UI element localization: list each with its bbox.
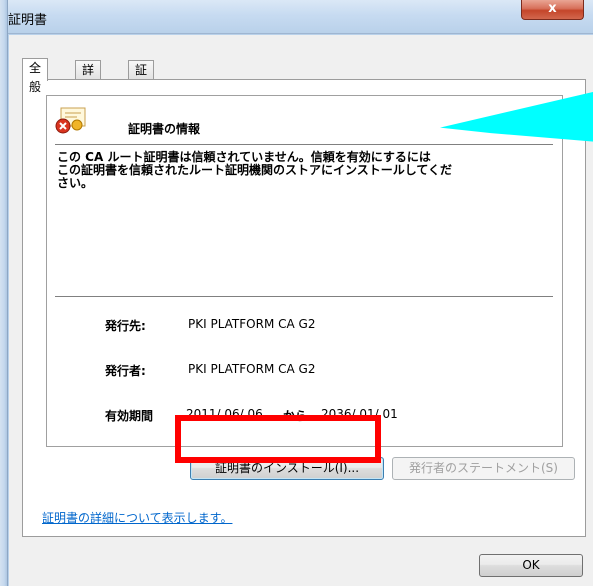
close-icon: x [548,1,557,16]
ok-button[interactable]: OK [479,554,583,577]
install-button-highlight [175,415,381,463]
certificate-dialog: 証明書 x 全般 詳細 証明のパス 証明書の情報 [0,0,593,586]
tab-details[interactable]: 詳細 [75,60,102,96]
status-line-2: この証明書を信頼されたルート証明機関のストアにインストールしてくだ [57,163,453,177]
certificate-info-heading: 証明書の情報 [128,122,201,136]
general-tab-panel: 証明書の情報 この CA ルート証明書は信頼されていません。信頼を有効にするには… [22,79,586,537]
issued-to-value: PKI PLATFORM CA G2 [188,317,316,331]
certificate-info-box: 証明書の情報 この CA ルート証明書は信頼されていません。信頼を有効にするには… [46,95,563,447]
title-bar[interactable]: 証明書 x [0,0,593,34]
window-frame [0,0,8,586]
validity-label: 有効期間 [105,409,154,423]
divider [55,144,553,145]
issued-by-value: PKI PLATFORM CA G2 [188,362,316,376]
tab-general[interactable]: 全般 [22,58,49,94]
issued-by-label: 発行者: [105,364,146,378]
divider [55,296,553,297]
tab-certification-path[interactable]: 証明のパス [128,60,155,153]
certificate-details-link[interactable]: 証明書の詳細について表示します。 [42,509,232,526]
close-button[interactable]: x [521,0,584,20]
issued-to-label: 発行先: [105,319,146,333]
window-title: 証明書 [8,13,48,28]
issuer-statement-button[interactable]: 発行者のステートメント(S) [392,457,575,480]
certificate-error-icon [55,107,86,134]
status-line-3: さい。 [57,176,94,190]
certificate-status-message: この CA ルート証明書は信頼されていません。信頼を有効にするには この証明書を… [57,151,537,190]
